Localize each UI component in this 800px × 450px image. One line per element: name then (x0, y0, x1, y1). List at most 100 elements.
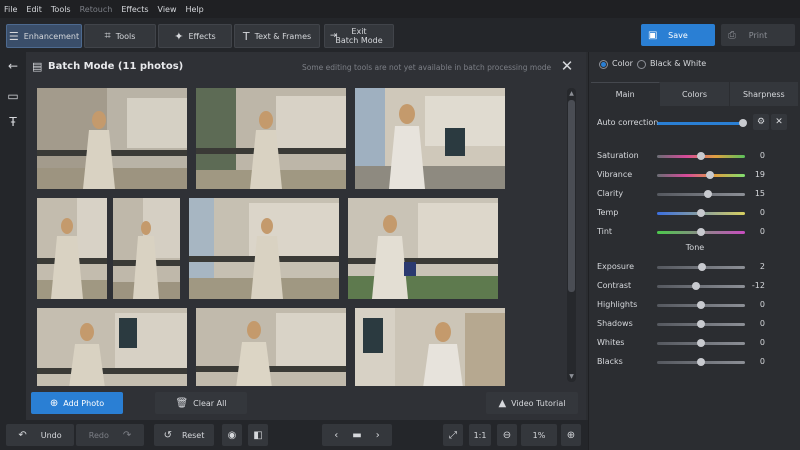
slider-knob[interactable] (697, 320, 705, 328)
photo-thumbnail[interactable] (37, 198, 107, 299)
undo-button[interactable]: ↶ Undo (6, 424, 74, 446)
chevron-right-icon[interactable]: › (376, 430, 380, 441)
zoom-in-button[interactable]: ⊕ (561, 424, 581, 446)
menu-edit[interactable]: Edit (26, 5, 42, 14)
slider-track[interactable] (657, 285, 745, 288)
compare-icon: ◧ (253, 429, 263, 441)
redo-icon: ↷ (122, 429, 132, 441)
tab-effects[interactable]: ✦ Effects (158, 24, 232, 48)
slider-knob[interactable] (691, 282, 700, 290)
photo-thumbnail[interactable] (355, 308, 505, 386)
slider-value: 0 (759, 300, 765, 309)
graduation-cap-icon: ▲ (498, 397, 507, 409)
slider-knob[interactable] (697, 263, 706, 271)
menu-effects[interactable]: Effects (121, 5, 148, 14)
redo-button[interactable]: Redo ↷ (76, 424, 144, 446)
clear-all-label: Clear All (193, 398, 227, 408)
undo-label: Undo (40, 430, 62, 440)
slider-value: 0 (759, 208, 765, 217)
slider-value: 0 (759, 338, 765, 347)
photo-thumbnail[interactable] (355, 88, 505, 189)
auto-settings-button[interactable]: ⚙ (753, 114, 769, 130)
photo-thumbnail[interactable] (37, 88, 187, 189)
slider-knob[interactable] (697, 301, 705, 309)
color-mode-radio[interactable] (599, 60, 608, 69)
fit-screen-button[interactable]: ⤢ (443, 424, 463, 446)
menu-file[interactable]: File (4, 5, 17, 14)
tab-sharpness[interactable]: Sharpness (729, 82, 799, 106)
bw-mode-radio[interactable] (637, 60, 646, 69)
auto-correction-knob[interactable] (739, 119, 747, 127)
slider-knob[interactable] (697, 152, 705, 160)
menu-view[interactable]: View (158, 5, 177, 14)
photo-thumbnail[interactable] (189, 198, 339, 299)
slider-knob[interactable] (704, 190, 713, 198)
photo-thumbnail[interactable] (113, 198, 180, 299)
tab-colors[interactable]: Colors (660, 82, 730, 106)
menu-retouch[interactable]: Retouch (80, 5, 113, 14)
tab-enhancement[interactable]: ☰ Enhancement (6, 24, 82, 48)
auto-correction-slider[interactable] (657, 122, 743, 125)
color-mode-label: Color (612, 59, 633, 68)
slider-label: Saturation (597, 151, 639, 160)
chevron-left-icon[interactable]: ‹ (334, 430, 338, 441)
slider-label: Vibrance (597, 170, 633, 179)
clear-all-button[interactable]: 🗑 Clear All (155, 392, 247, 414)
tab-effects-label: Effects (188, 31, 216, 41)
auto-close-button[interactable]: ✕ (771, 114, 787, 130)
slider-knob[interactable] (697, 228, 705, 236)
slider-row-exposure: Exposure 2 (589, 259, 800, 275)
slider-row-temp: Temp 0 (589, 205, 800, 221)
photo-thumbnail[interactable] (196, 88, 346, 189)
slider-value: 19 (754, 170, 765, 179)
close-icon[interactable]: ✕ (559, 57, 575, 75)
slider-value: 0 (759, 319, 765, 328)
menu-help[interactable]: Help (186, 5, 204, 14)
plus-circle-icon: ⊕ (566, 429, 576, 441)
photo-image (348, 198, 498, 299)
batch-note: Some editing tools are not yet available… (302, 63, 552, 72)
floppy-disk-icon: ▣ (648, 29, 658, 41)
preview-eye-button[interactable]: ◉ (222, 424, 242, 446)
slider-row-tint: Tint 0 (589, 224, 800, 240)
slider-knob[interactable] (697, 209, 705, 217)
sliders-icon: ☰ (8, 29, 19, 43)
text-icon: T (242, 29, 250, 43)
slider-track[interactable] (657, 174, 745, 177)
photo-thumbnail[interactable] (37, 308, 187, 386)
print-button[interactable]: ⎙ Print (721, 24, 795, 46)
video-tutorial-label: Video Tutorial (511, 398, 566, 408)
add-photo-button[interactable]: ⊕ Add Photo (31, 392, 123, 414)
zoom-out-button[interactable]: ⊖ (497, 424, 517, 446)
back-arrow-icon[interactable]: ← (5, 58, 21, 74)
save-button[interactable]: ▣ Save (641, 24, 715, 46)
tab-main[interactable]: Main (591, 82, 661, 106)
slider-value: 2 (759, 262, 765, 271)
text-tool-icon[interactable]: Ŧ (5, 114, 21, 130)
folder-icon[interactable]: ▬ (352, 430, 361, 441)
photo-grid-scrollbar[interactable]: ▲ ▼ (567, 88, 576, 382)
actual-size-button[interactable]: 1:1 (469, 424, 491, 446)
scroll-down-icon[interactable]: ▼ (567, 373, 576, 380)
slider-knob[interactable] (705, 171, 714, 179)
compare-button[interactable]: ◧ (248, 424, 268, 446)
photo-image (355, 308, 505, 386)
scroll-up-icon[interactable]: ▲ (567, 90, 576, 97)
tab-text-frames[interactable]: T Text & Frames (234, 24, 320, 48)
slider-label: Blacks (597, 357, 623, 366)
photo-thumbnail[interactable] (348, 198, 498, 299)
slider-track[interactable] (657, 193, 745, 196)
photo-thumbnail[interactable] (196, 308, 346, 386)
menu-tools[interactable]: Tools (51, 5, 71, 14)
scrollbar-thumb[interactable] (568, 100, 575, 292)
slider-row-vibrance: Vibrance 19 (589, 167, 800, 183)
slider-knob[interactable] (697, 339, 705, 347)
tone-heading: Tone (685, 243, 705, 252)
tab-tools[interactable]: ⌗ Tools (84, 24, 156, 48)
frame-icon[interactable]: ▭ (5, 88, 21, 104)
actual-size-label: 1:1 (473, 430, 487, 440)
reset-button[interactable]: ↺ Reset (154, 424, 214, 446)
slider-knob[interactable] (697, 358, 705, 366)
zoom-level[interactable]: 1% (521, 424, 557, 446)
video-tutorial-button[interactable]: ▲ Video Tutorial (486, 392, 578, 414)
